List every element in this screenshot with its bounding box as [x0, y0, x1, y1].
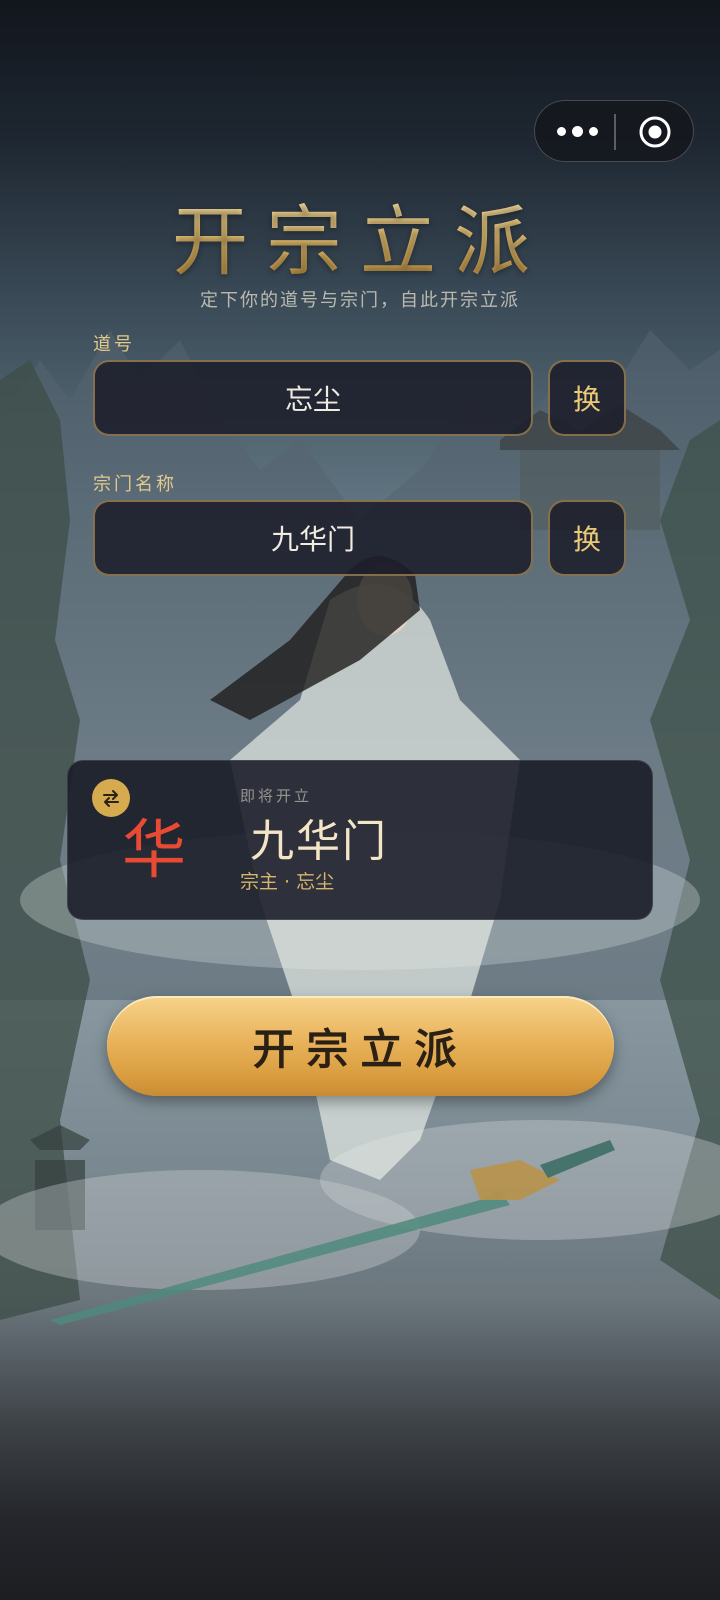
page-subtitle: 定下你的道号与宗门，自此开宗立派 [200, 290, 520, 311]
preview-master-line: 宗主 · 忘尘 [240, 871, 335, 893]
capsule-divider [614, 114, 616, 150]
sect-emblem-char: 华 [122, 814, 186, 888]
daohao-label: 道号 [93, 334, 135, 355]
sect-name-field[interactable]: 九华门 [93, 500, 533, 576]
more-dots-icon[interactable] [557, 116, 601, 146]
mini-program-capsule [534, 100, 694, 162]
found-sect-button-label: 开宗立派 [252, 1024, 469, 1074]
daohao-field[interactable]: 忘尘 [93, 360, 533, 436]
target-close-icon[interactable] [638, 115, 672, 149]
sect-preview-card: 华 即将开立 九华门 宗主 · 忘尘 [67, 760, 653, 920]
found-sect-button[interactable]: 开宗立派 [107, 996, 614, 1096]
sect-name-label: 宗门名称 [93, 474, 177, 495]
upcoming-label: 即将开立 [240, 787, 313, 805]
preview-sect-name: 九华门 [250, 816, 388, 867]
daohao-swap-button[interactable]: 换 [548, 360, 626, 436]
page-title: 开宗立派 [0, 180, 720, 290]
sect-swap-button[interactable]: 换 [548, 500, 626, 576]
